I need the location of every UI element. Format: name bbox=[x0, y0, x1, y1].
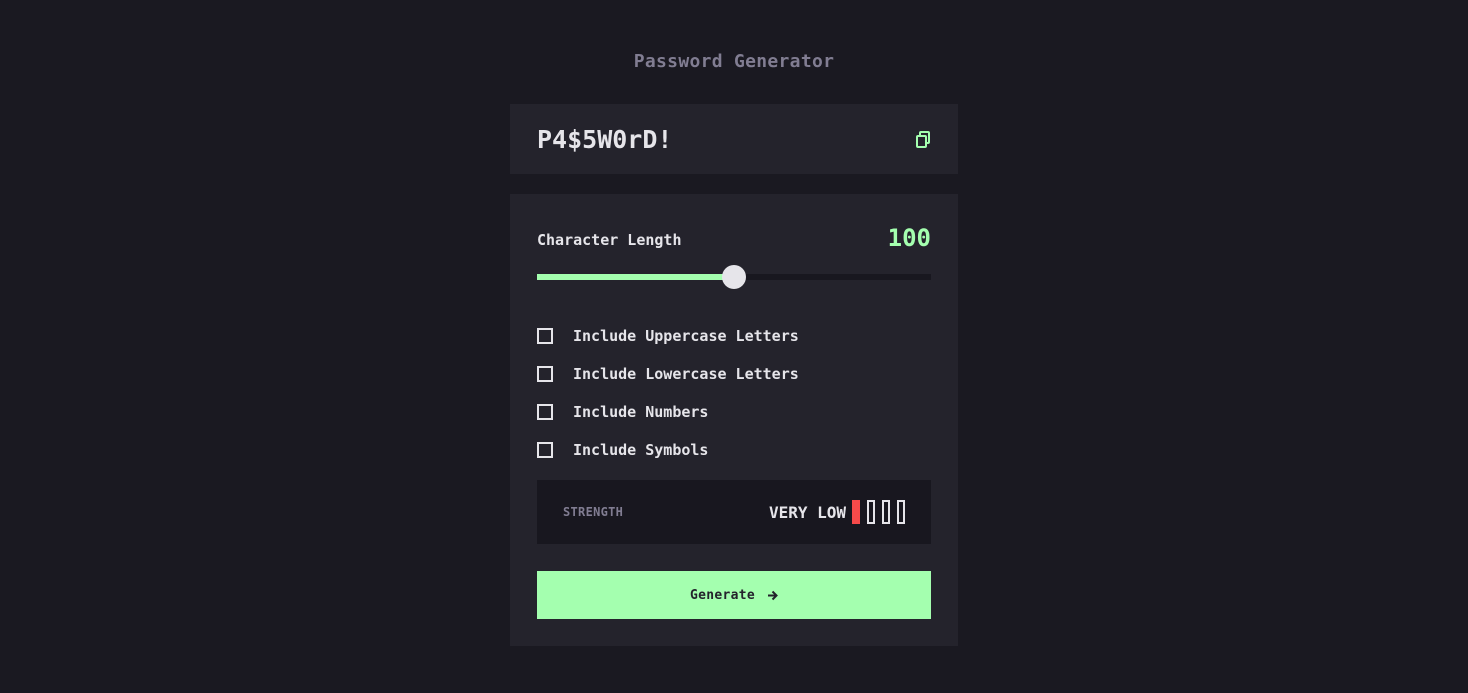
options-list: Include Uppercase Letters Include Lowerc… bbox=[537, 317, 799, 469]
strength-bar bbox=[897, 500, 905, 524]
option-numbers[interactable]: Include Numbers bbox=[537, 393, 799, 431]
length-slider[interactable] bbox=[537, 265, 931, 289]
strength-label: STRENGTH bbox=[563, 505, 624, 519]
app-title: Password Generator bbox=[633, 51, 835, 72]
length-label: Character Length bbox=[537, 231, 682, 249]
symbols-checkbox[interactable] bbox=[537, 442, 553, 458]
uppercase-checkbox[interactable] bbox=[537, 328, 553, 344]
generate-label: Generate bbox=[689, 587, 755, 603]
generate-button[interactable]: Generate bbox=[537, 571, 931, 619]
option-label: Include Lowercase Letters bbox=[573, 365, 799, 383]
strength-bars bbox=[852, 500, 905, 524]
strength-bar bbox=[867, 500, 875, 524]
strength-indicator: VERY LOW bbox=[769, 500, 905, 524]
arrow-right-icon bbox=[768, 590, 778, 600]
slider-fill bbox=[537, 274, 734, 280]
settings-panel: Character Length 100 Include Uppercase L… bbox=[510, 194, 958, 646]
option-uppercase[interactable]: Include Uppercase Letters bbox=[537, 317, 799, 355]
strength-level: VERY LOW bbox=[768, 502, 846, 522]
slider-thumb[interactable] bbox=[722, 265, 746, 289]
password-text: P4$5W0rD! bbox=[537, 124, 673, 154]
length-value: 100 bbox=[887, 224, 931, 252]
numbers-checkbox[interactable] bbox=[537, 404, 553, 420]
copy-button[interactable] bbox=[915, 130, 931, 148]
strength-bar bbox=[852, 500, 860, 524]
copy-icon[interactable] bbox=[915, 130, 931, 148]
option-lowercase[interactable]: Include Lowercase Letters bbox=[537, 355, 799, 393]
password-output: P4$5W0rD! bbox=[510, 104, 958, 174]
option-symbols[interactable]: Include Symbols bbox=[537, 431, 799, 469]
lowercase-checkbox[interactable] bbox=[537, 366, 553, 382]
option-label: Include Numbers bbox=[573, 403, 709, 421]
option-label: Include Uppercase Letters bbox=[573, 327, 799, 345]
strength-bar bbox=[882, 500, 890, 524]
strength-meter: STRENGTH VERY LOW bbox=[537, 480, 931, 544]
option-label: Include Symbols bbox=[573, 441, 709, 459]
